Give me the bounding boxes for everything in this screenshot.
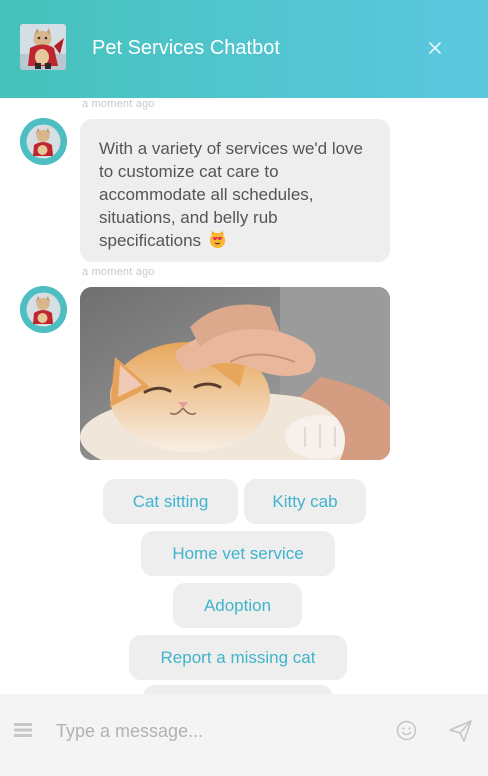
smiley-icon[interactable] bbox=[396, 720, 417, 741]
close-icon[interactable] bbox=[424, 37, 446, 59]
heart-eyes-cat-emoji bbox=[208, 230, 227, 249]
quick-reply-kitty-cab[interactable]: Kitty cab bbox=[244, 479, 366, 524]
quick-reply-adoption[interactable]: Adoption bbox=[173, 583, 302, 628]
message-text: With a variety of services we'd love to … bbox=[99, 139, 364, 250]
menu-icon[interactable] bbox=[13, 721, 33, 739]
bot-message-bubble: With a variety of services we'd love to … bbox=[80, 119, 390, 262]
chat-title: Pet Services Chatbot bbox=[92, 37, 280, 59]
message-input[interactable] bbox=[56, 716, 376, 746]
bot-avatar bbox=[20, 286, 67, 333]
quick-reply-report-missing-cat[interactable]: Report a missing cat bbox=[129, 635, 347, 680]
quick-reply-home-vet-service[interactable]: Home vet service bbox=[141, 531, 335, 576]
message-timestamp: a moment ago bbox=[82, 98, 155, 110]
message-composer bbox=[0, 694, 488, 776]
chat-header: Pet Services Chatbot bbox=[0, 0, 488, 98]
message-timestamp: a moment ago bbox=[82, 266, 155, 278]
quick-reply-cat-sitting[interactable]: Cat sitting bbox=[103, 479, 238, 524]
bot-avatar-image bbox=[20, 24, 66, 70]
bot-avatar bbox=[20, 118, 67, 165]
cat-photo[interactable] bbox=[80, 287, 390, 460]
chat-widget: Pet Services Chatbot a moment ago With a… bbox=[0, 0, 488, 776]
send-icon[interactable] bbox=[448, 719, 473, 743]
